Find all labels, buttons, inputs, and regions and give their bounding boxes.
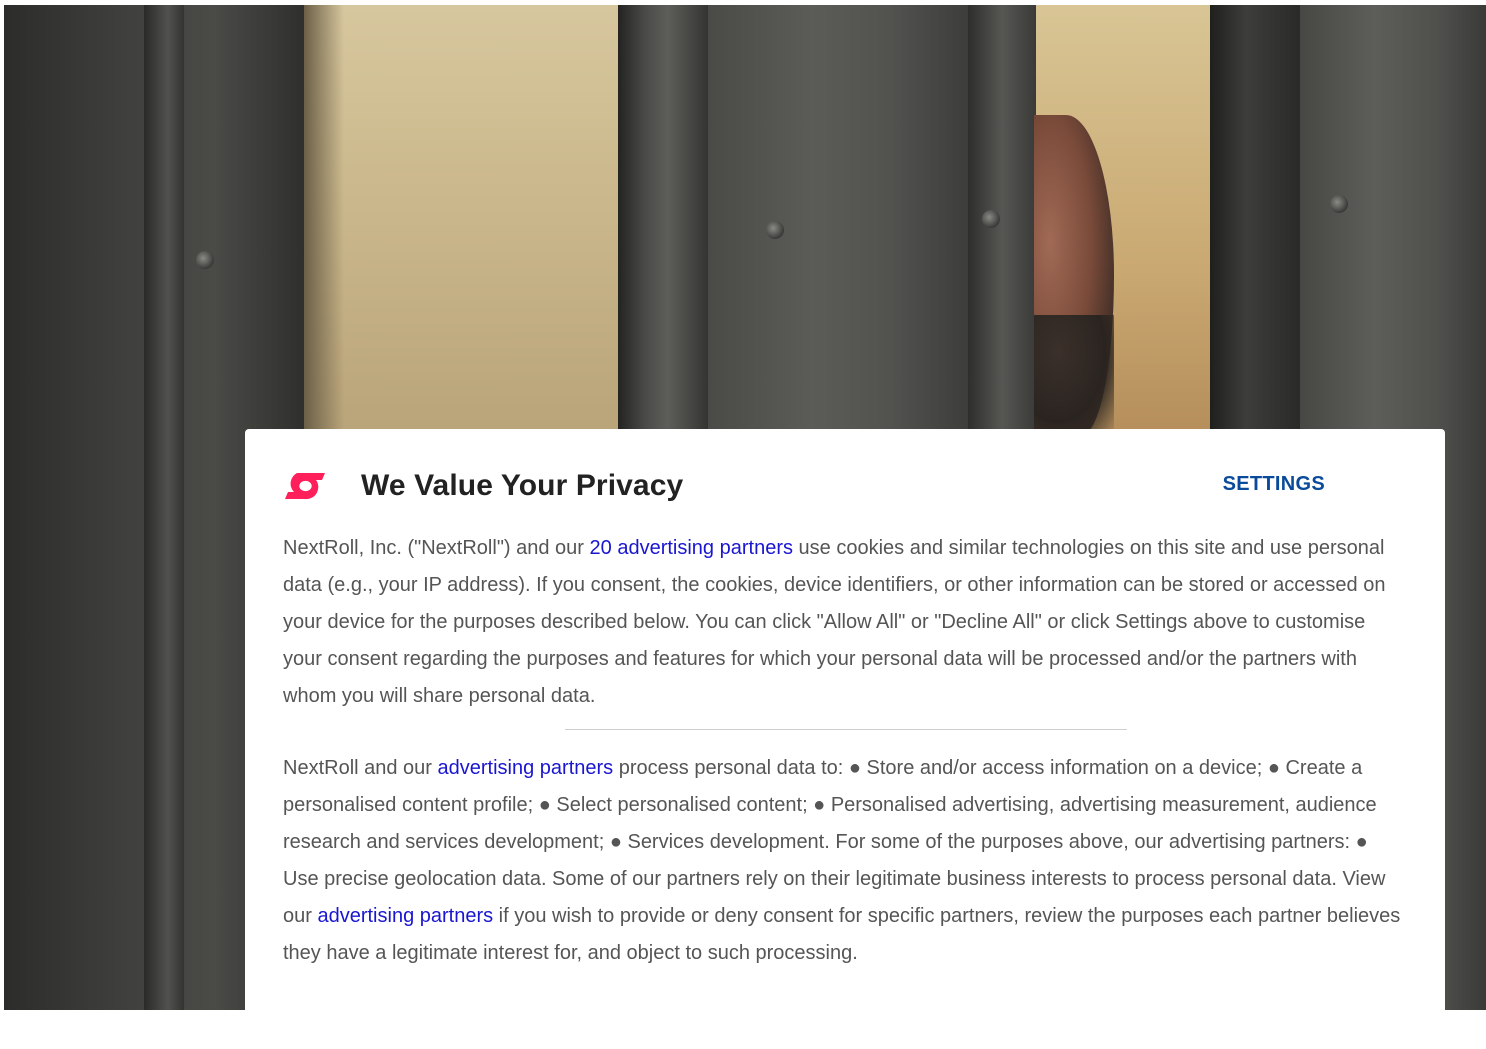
consent-text: use cookies and similar technologies on … (283, 537, 1386, 707)
purposes-text: process personal data to: ● Store and/or… (283, 757, 1386, 927)
purposes-text: NextRoll and our (283, 757, 438, 779)
photo-bolt (1330, 195, 1348, 213)
photo-beard (1034, 315, 1114, 435)
photo-bolt (766, 221, 784, 239)
section-divider (565, 729, 1127, 730)
settings-button[interactable]: SETTINGS (1223, 473, 1325, 496)
nextroll-logo-icon (283, 470, 327, 502)
dialog-header: We Value Your Privacy SETTINGS (283, 465, 1405, 507)
consent-description: NextRoll, Inc. ("NextRoll") and our 20 a… (283, 530, 1405, 715)
privacy-consent-dialog: We Value Your Privacy SETTINGS NextRoll,… (245, 429, 1445, 1049)
photo-window-left (304, 5, 644, 435)
photo-window-shade (304, 5, 344, 435)
photo-door-edge (144, 5, 184, 1010)
advertising-partners-count-link[interactable]: 20 advertising partners (590, 537, 793, 559)
advertising-partners-link[interactable]: advertising partners (438, 757, 614, 779)
view-advertising-partners-link[interactable]: advertising partners (317, 905, 493, 927)
dialog-title: We Value Your Privacy (361, 469, 684, 502)
consent-text: NextRoll, Inc. ("NextRoll") and our (283, 537, 590, 559)
purposes-description: NextRoll and our advertising partners pr… (283, 750, 1405, 972)
photo-bolt (196, 251, 214, 269)
photo-bolt (982, 210, 1000, 228)
